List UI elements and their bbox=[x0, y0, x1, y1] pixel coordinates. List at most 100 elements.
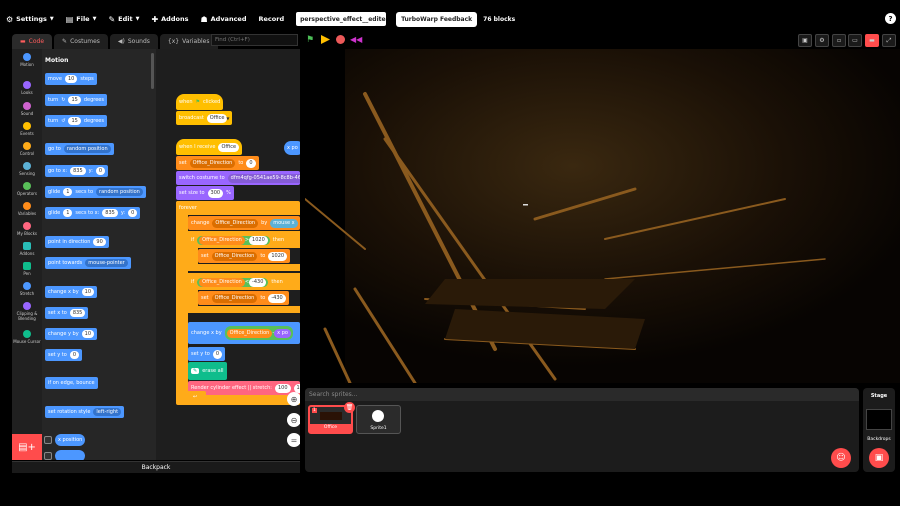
block-point-towards[interactable]: point towards mouse-pointer bbox=[45, 257, 131, 269]
block-input[interactable]: 835 bbox=[102, 209, 118, 217]
block-input[interactable]: 10 bbox=[81, 330, 95, 338]
block-input[interactable]: 90 bbox=[93, 238, 106, 246]
category-sensing[interactable]: Sensing bbox=[12, 162, 42, 176]
block-input[interactable]: 10 bbox=[81, 288, 95, 296]
when-flag-clicked-block[interactable]: when ⚑ clicked bbox=[176, 94, 224, 110]
block-input[interactable]: 835 bbox=[69, 309, 86, 317]
category-motion[interactable]: Motion bbox=[12, 53, 42, 67]
stage-canvas[interactable] bbox=[305, 49, 900, 383]
large-stage-button[interactable]: ▬ bbox=[865, 34, 879, 47]
addon-button[interactable]: ⚙ bbox=[815, 34, 829, 47]
zoom-in-button[interactable]: ⊕ bbox=[287, 392, 300, 406]
small-stage-button[interactable]: ▫ bbox=[832, 34, 846, 47]
block-y-position[interactable] bbox=[55, 450, 85, 460]
block-change-y[interactable]: change y by 10 bbox=[45, 328, 98, 340]
category-variables[interactable]: Variables bbox=[12, 202, 42, 216]
sprite-tile-office[interactable]: 1 Office 🗑 bbox=[308, 402, 355, 434]
block-input[interactable]: 0 bbox=[95, 167, 106, 175]
record-menu[interactable]: Record bbox=[253, 8, 291, 30]
block-set-x[interactable]: set x to 835 bbox=[45, 307, 89, 319]
block-dropdown[interactable]: dfm4qfg-0541ae59-8c8b-466... bbox=[227, 173, 300, 183]
block-dropdown[interactable]: Office_Direction bbox=[211, 251, 258, 261]
block-glide-to[interactable]: glide 1 secs to random position bbox=[45, 186, 146, 198]
block-dropdown[interactable]: Office bbox=[218, 142, 240, 152]
forever-block[interactable]: forever bbox=[176, 201, 200, 215]
mouse-x-reporter[interactable]: mouse x bbox=[270, 218, 298, 228]
block-dropdown[interactable]: Office bbox=[206, 113, 228, 123]
category-stretch[interactable]: Stretch bbox=[12, 282, 42, 296]
greater-than-operator[interactable]: Office_Direction >1020 bbox=[197, 235, 270, 245]
block-input[interactable]: -430 bbox=[249, 277, 267, 287]
block-turn-right[interactable]: turn ↻ 15 degrees bbox=[45, 94, 107, 106]
block-input[interactable]: 0 bbox=[212, 349, 222, 359]
x-position-reporter-loose[interactable]: x po bbox=[284, 141, 300, 155]
block-input[interactable]: 0 bbox=[246, 158, 256, 168]
block-input[interactable]: 835 bbox=[70, 167, 86, 175]
block-turn-left[interactable]: turn ↺ 15 degrees bbox=[45, 115, 107, 127]
addons-menu[interactable]: ✚ Addons bbox=[145, 8, 194, 30]
checkbox[interactable] bbox=[44, 452, 52, 460]
block-dropdown[interactable]: random position bbox=[96, 188, 143, 196]
block-change-x[interactable]: change x by 10 bbox=[45, 286, 98, 298]
category-mouse-cursor[interactable]: Mouse Cursor bbox=[12, 330, 42, 344]
block-glide-xy[interactable]: glide 1 secs to x: 835 y: 0 bbox=[45, 207, 141, 219]
block-input[interactable]: 0 bbox=[128, 209, 138, 217]
normal-stage-button[interactable]: ▭ bbox=[848, 34, 862, 47]
set-variable-block[interactable]: set Office_Direction to -430 bbox=[198, 291, 289, 305]
block-input[interactable]: 1020 bbox=[268, 251, 288, 261]
block-input[interactable]: 1020 bbox=[249, 235, 268, 245]
block-goto[interactable]: go to random position bbox=[45, 143, 114, 155]
stop-button[interactable] bbox=[336, 35, 345, 44]
category-addons[interactable]: Addons bbox=[12, 242, 42, 256]
block-move[interactable]: move 10 steps bbox=[45, 73, 97, 85]
when-i-receive-block[interactable]: when I receive Office bbox=[176, 139, 243, 155]
erase-all-block[interactable]: ✎ erase all bbox=[188, 362, 227, 380]
edit-menu[interactable]: ✎ Edit ▼ bbox=[102, 8, 145, 30]
turbo-icon[interactable]: ◀◀ bbox=[350, 35, 362, 44]
green-flag-button[interactable]: ⚑ bbox=[306, 35, 314, 45]
if-block-1[interactable]: if Office_Direction >1020 then bbox=[188, 233, 300, 247]
block-set-y[interactable]: set y to 0 bbox=[45, 349, 82, 361]
block-rotation-style[interactable]: set rotation style left-right bbox=[45, 406, 125, 418]
help-button[interactable]: ? bbox=[885, 13, 896, 24]
zoom-reset-button[interactable]: = bbox=[287, 433, 300, 447]
palette-scrollbar[interactable] bbox=[151, 53, 154, 89]
delete-sprite-button[interactable]: 🗑 bbox=[344, 402, 355, 413]
block-input[interactable]: 15 bbox=[68, 96, 81, 104]
switch-costume-block[interactable]: switch costume to dfm4qfg-0541ae59-8c8b-4… bbox=[176, 171, 300, 185]
category-control[interactable]: Control bbox=[12, 142, 42, 156]
broadcast-block[interactable]: broadcast Office ▼ bbox=[176, 111, 233, 125]
add-extension-button[interactable]: ▤+ bbox=[12, 434, 42, 460]
settings-menu[interactable]: ⚙ Settings ▼ bbox=[0, 8, 60, 30]
set-size-block[interactable]: set size to 300% bbox=[176, 186, 234, 200]
sprite-tile-sprite1[interactable]: Sprite1 bbox=[356, 405, 401, 434]
project-title-input[interactable]: perspective_effect__edited... bbox=[296, 12, 387, 26]
category-sound[interactable]: Sound bbox=[12, 102, 42, 116]
play-button[interactable] bbox=[321, 35, 330, 44]
change-variable-block[interactable]: change Office_Direction by mouse x bbox=[188, 216, 300, 230]
script-workspace[interactable]: when ⚑ clicked broadcast Office ▼ when I rec… bbox=[156, 49, 300, 460]
subtract-operator[interactable]: Office_Direction-x po bbox=[224, 326, 293, 340]
block-input[interactable]: 1 bbox=[63, 188, 73, 196]
tab-code[interactable]: ▬ Code bbox=[12, 34, 53, 49]
if-block-2[interactable]: if Office_Direction < -430 then bbox=[188, 275, 300, 289]
find-input[interactable]: Find (Ctrl+F) bbox=[211, 34, 298, 46]
sprite-search-input[interactable]: Search sprites... bbox=[305, 388, 859, 401]
block-point-direction[interactable]: point in direction 90 bbox=[45, 236, 109, 248]
block-input[interactable]: 100 bbox=[274, 383, 291, 393]
block-dropdown[interactable]: left-right bbox=[93, 408, 122, 416]
advanced-menu[interactable]: ☗ Advanced bbox=[194, 8, 252, 30]
feedback-button[interactable]: TurboWarp Feedback bbox=[396, 11, 478, 27]
less-than-operator[interactable]: Office_Direction < -430 bbox=[197, 277, 269, 287]
block-dropdown[interactable]: random position bbox=[63, 145, 111, 153]
fullscreen-button[interactable]: ⤢ bbox=[882, 34, 896, 47]
block-input[interactable]: 0 bbox=[69, 351, 79, 359]
block-dropdown[interactable]: Office_Direction bbox=[189, 158, 236, 168]
set-variable-block[interactable]: set Office_Direction to 0 bbox=[176, 156, 259, 170]
block-dropdown[interactable]: Office_Direction bbox=[212, 218, 259, 228]
checkbox[interactable] bbox=[44, 436, 52, 444]
change-x-block[interactable]: change x byOffice_Direction-x po bbox=[188, 322, 300, 344]
file-menu[interactable]: ▤ File ▼ bbox=[60, 8, 103, 30]
block-input[interactable]: 10 bbox=[64, 75, 78, 83]
set-variable-block[interactable]: set Office_Direction to 1020 bbox=[198, 249, 291, 263]
